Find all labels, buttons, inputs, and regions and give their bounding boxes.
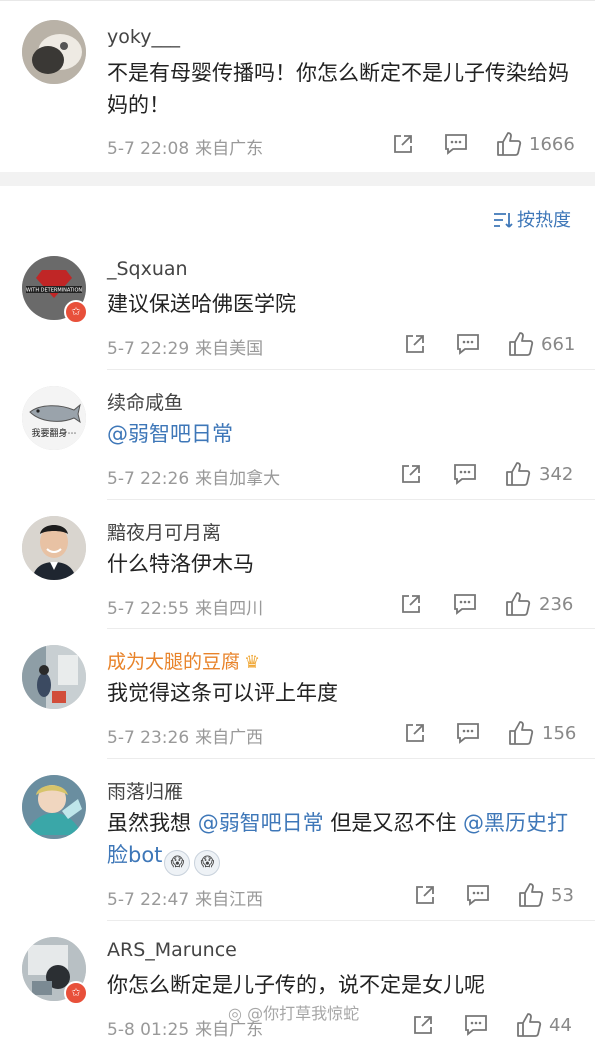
share-icon[interactable]: [400, 463, 422, 485]
share-icon[interactable]: [404, 722, 426, 744]
comment-meta: 5-7 22:08 来自广东: [107, 134, 263, 159]
watermark-text: @你打草我惊蛇: [247, 1004, 360, 1023]
like-icon[interactable]: [505, 461, 531, 487]
verified-badge-icon: ✩: [64, 981, 88, 1005]
vip-crown-icon: ♛: [244, 652, 261, 673]
avatar[interactable]: [22, 20, 86, 84]
like-icon[interactable]: [505, 591, 531, 617]
comment-meta: 5-7 22:29 来自美国: [107, 334, 263, 359]
location: 来自广东: [195, 139, 264, 159]
text-segment: 虽然我想: [107, 811, 198, 835]
comment-text: 什么特洛伊木马: [107, 552, 254, 576]
avatar[interactable]: [22, 775, 86, 839]
shocked-face-emoji-icon: 😱: [164, 850, 191, 876]
timestamp: 5-7 22:29: [107, 339, 190, 359]
comment-meta: 5-7 23:26 来自广西: [107, 723, 263, 748]
divider: [107, 369, 595, 370]
like-count: 236: [539, 594, 574, 615]
avatar-caption: WITH DETERMINATION: [26, 288, 83, 294]
username[interactable]: 续命咸鱼: [107, 388, 183, 415]
username-text[interactable]: 成为大腿的豆腐: [107, 651, 240, 673]
timestamp: 5-7 22:08: [107, 139, 190, 159]
timestamp: 5-7 22:47: [107, 890, 190, 910]
shocked-face-emoji-icon: 😱: [194, 850, 221, 876]
section-separator: [0, 172, 595, 186]
share-icon[interactable]: [392, 133, 414, 155]
comment-text: @弱智吧日常: [107, 418, 571, 450]
avatar-caption: 我要翻身⋯: [31, 427, 76, 439]
timestamp: 5-7 22:26: [107, 469, 190, 489]
comment-meta: 5-7 22:55 来自四川: [107, 594, 263, 619]
comment-icon[interactable]: [444, 133, 468, 155]
like-count: 53: [551, 885, 574, 906]
like-count: 44: [549, 1015, 572, 1036]
comment-text: 你怎么断定是儿子传的，说不定是女儿呢: [107, 973, 485, 997]
divider: [107, 920, 595, 921]
username[interactable]: 成为大腿的豆腐 ♛: [107, 647, 260, 674]
avatar[interactable]: [22, 516, 86, 580]
like-icon[interactable]: [496, 131, 522, 157]
comment-icon[interactable]: [464, 1014, 488, 1036]
divider: [107, 499, 595, 500]
timestamp: 5-7 23:26: [107, 728, 190, 748]
weibo-logo-icon: ◎: [228, 1004, 242, 1023]
like-count: 1666: [529, 134, 575, 155]
top-divider: [0, 0, 595, 1]
location: 来自江西: [195, 890, 264, 910]
username[interactable]: 黯夜月可月离: [107, 518, 221, 545]
username[interactable]: ARS_Marunce: [107, 939, 237, 961]
comment-icon[interactable]: [453, 463, 477, 485]
share-icon[interactable]: [400, 593, 422, 615]
share-icon[interactable]: [414, 884, 436, 906]
comment-icon[interactable]: [466, 884, 490, 906]
location: 来自四川: [195, 599, 264, 619]
username[interactable]: 雨落归雁: [107, 777, 183, 804]
like-count: 661: [541, 334, 576, 355]
share-icon[interactable]: [404, 333, 426, 355]
like-icon[interactable]: [508, 720, 534, 746]
location: 来自美国: [195, 339, 264, 359]
weibo-watermark: ◎ @你打草我惊蛇: [228, 1000, 359, 1024]
location: 来自加拿大: [195, 469, 281, 489]
mention-link[interactable]: @弱智吧日常: [198, 811, 324, 835]
like-count: 156: [542, 723, 577, 744]
timestamp: 5-7 22:55: [107, 599, 190, 619]
comment-meta: 5-7 22:47 来自江西: [107, 885, 263, 910]
comment-meta: 5-7 22:26 来自加拿大: [107, 464, 280, 489]
verified-badge-icon: ✩: [64, 300, 88, 324]
comment-icon[interactable]: [456, 722, 480, 744]
comment-text: 建议保送哈佛医学院: [107, 292, 296, 316]
like-icon[interactable]: [516, 1012, 542, 1038]
share-icon[interactable]: [412, 1014, 434, 1036]
like-icon[interactable]: [518, 882, 544, 908]
timestamp: 5-8 01:25: [107, 1020, 190, 1040]
mention-link[interactable]: @弱智吧日常: [107, 422, 233, 446]
avatar[interactable]: 我要翻身⋯: [22, 386, 86, 450]
comment-text: 我觉得这条可以评上年度: [107, 681, 338, 705]
username[interactable]: _Sqxuan: [107, 258, 188, 280]
comment-text: 虽然我想 @弱智吧日常 但是又忍不住 @黑历史打脸bot 😱 😱: [107, 807, 571, 876]
like-count: 342: [539, 464, 574, 485]
comment-icon[interactable]: [456, 333, 480, 355]
comment-icon[interactable]: [453, 593, 477, 615]
comment-text: 不是有母婴传播吗！你怎么断定不是儿子传染给妈妈的！: [107, 61, 569, 117]
avatar[interactable]: [22, 645, 86, 709]
sort-by-hot-button[interactable]: 按热度: [493, 206, 571, 232]
username[interactable]: yoky___: [107, 26, 180, 48]
text-segment: 但是又忍不住: [323, 811, 464, 835]
sort-label: 按热度: [517, 210, 571, 231]
like-icon[interactable]: [508, 331, 534, 357]
divider: [107, 628, 595, 629]
location: 来自广西: [195, 728, 264, 748]
sort-icon: [494, 213, 513, 228]
divider: [107, 758, 595, 759]
